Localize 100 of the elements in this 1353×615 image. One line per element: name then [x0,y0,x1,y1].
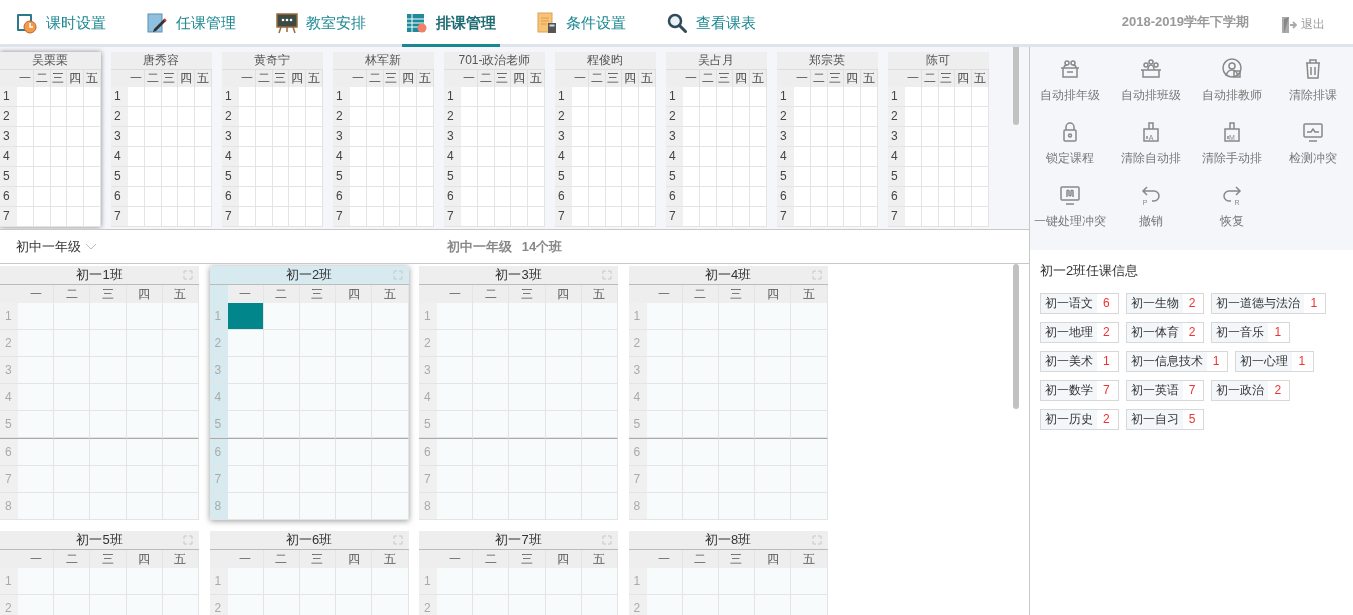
tool-button[interactable]: 检测冲突 [1272,120,1353,183]
nav-tab[interactable]: 课时设置 [12,0,110,47]
teacher-schedule-card[interactable]: 黄奇宁 一 二 三 四 五 1 2 3 4 5 6 7 [222,52,323,227]
teacher-schedule-card[interactable]: 程俊昀 一 二 三 四 五 1 2 3 4 5 6 7 [555,52,656,227]
period-label: 5 [419,411,437,438]
expand-icon[interactable] [183,535,193,545]
monitor-wave-icon [1300,120,1325,144]
subject-name: 初一数学 [1041,381,1097,400]
nav-tab[interactable]: 条件设置 [532,0,630,47]
teacher-schedule-card[interactable]: 唐秀容 一 二 三 四 五 1 2 3 4 5 6 7 [111,52,212,227]
period-label: 7 [0,466,18,493]
day-header: 二 [263,285,300,303]
class-schedule-card[interactable]: 初一2班 一 二 三 四 五 1 2 3 4 5 6 7 8 [209,266,409,520]
period-label: 6 [0,187,17,207]
day-header: 一 [461,70,478,87]
period-label: 4 [209,384,228,411]
period-label: 4 [888,147,905,167]
period-label: 1 [0,568,18,595]
expand-icon[interactable] [811,270,822,280]
tool-button[interactable]: 清除排课 [1272,57,1353,120]
day-header: 一 [17,70,34,87]
tool-button[interactable]: 自动排班级 [1110,57,1192,120]
period-label: 7 [0,207,17,227]
nav-tab[interactable]: 任课管理 [142,0,240,47]
teacher-schedule-card[interactable]: 吴栗栗 一 二 三 四 五 1 2 3 4 5 6 7 [0,52,101,227]
teacher-schedule-card[interactable]: 701-政治老师 一 二 三 四 五 1 2 3 4 5 6 7 [444,52,545,227]
teacher-schedule-card[interactable]: 郑宗英 一 二 三 四 五 1 2 3 4 5 6 7 [777,52,878,227]
period-label: 1 [777,87,794,107]
document-calculator-icon [536,12,558,34]
teacher-name: 701-政治老师 [444,52,545,70]
class-schedule-card[interactable]: 初一7班 一 二 三 四 五 1 2 [419,531,618,615]
day-header: 二 [682,550,719,568]
day-header: 一 [646,285,683,303]
tool-button[interactable]: 自动排教师 [1191,57,1273,120]
subject-name: 初一信息技术 [1126,352,1207,371]
teacher-schedule-card[interactable]: 吴占月 一 二 三 四 五 1 2 3 4 5 6 7 [666,52,767,227]
nav-tab[interactable]: 查看课表 [662,0,760,47]
class-schedule-card[interactable]: 初一1班 一 二 三 四 五 1 2 3 4 5 6 7 8 [0,266,199,520]
class-schedule-card[interactable]: 初一3班 一 二 三 四 五 1 2 3 4 5 6 7 8 [419,266,618,520]
period-label: 2 [0,107,17,127]
period-label: 8 [628,493,647,520]
class-schedule-card[interactable]: 初一8班 一 二 三 四 五 1 2 [628,531,828,615]
period-label: 4 [628,384,647,411]
period-label: 5 [777,167,794,187]
grade-dropdown[interactable]: 初中一年级 [14,235,99,258]
period-label: 2 [419,330,437,357]
day-header: 五 [417,70,434,87]
day-header: 五 [372,550,409,568]
day-header: 五 [84,70,101,87]
expand-icon[interactable] [602,535,612,545]
class-name: 初一7班 [494,531,543,549]
period-label: 2 [0,595,18,615]
tool-button[interactable]: 自动排年级 [1030,57,1111,120]
teacher-schedule-card[interactable]: 林军新 一 二 三 四 五 1 2 3 4 5 6 7 [333,52,434,227]
period-label: 7 [333,207,350,227]
tool-button[interactable]: 一键处理冲突 [1030,183,1111,246]
day-header: 三 [718,285,756,303]
teacher-name: 黄奇宁 [222,52,323,70]
period-label: 5 [628,411,647,438]
expand-icon[interactable] [811,535,822,545]
class-schedule-card[interactable]: 初一5班 一 二 三 四 五 1 2 [0,531,199,615]
period-label: 2 [444,107,461,127]
class-schedule-card[interactable]: 初一4班 一 二 三 四 五 1 2 3 4 5 6 7 8 [628,266,828,520]
subject-name: 初一英语 [1126,381,1183,400]
day-header: 一 [350,70,367,87]
day-header: 四 [545,550,582,568]
expand-icon[interactable] [602,270,612,280]
period-label: 1 [444,87,461,107]
day-header: 三 [718,550,756,568]
period-label: 3 [444,127,461,147]
class-name: 初一6班 [284,531,334,549]
podium-group-icon [1139,57,1164,81]
period-label: 3 [222,127,239,147]
day-header: 一 [572,70,589,87]
teacher-schedule-card[interactable]: 陈可 一 二 三 四 五 1 2 3 4 5 6 7 [888,52,989,227]
period-label: 5 [0,167,17,187]
period-label: 5 [222,167,239,187]
period-label: 7 [666,207,683,227]
expand-icon[interactable] [183,270,193,280]
subject-name: 初一美术 [1041,352,1097,371]
class-name: 初一5班 [75,531,124,549]
period-label: 1 [628,303,647,330]
teacher-name: 陈可 [888,52,989,70]
period-label: 6 [888,187,905,207]
period-label: 4 [666,147,683,167]
day-header: 四 [67,70,85,87]
day-header: 一 [646,550,683,568]
day-header: 五 [581,550,618,568]
grade-title: 初中一年级 [446,237,512,256]
expand-icon[interactable] [392,270,403,280]
period-label: 7 [777,207,794,227]
blackboard-icon [276,12,298,34]
nav-tab[interactable]: 教室安排 [272,0,370,47]
tool-button[interactable]: 锁定课程 [1030,120,1111,183]
period-label: 1 [888,87,905,107]
period-label: 7 [222,207,239,227]
day-header: 一 [683,70,700,87]
expand-icon[interactable] [392,535,403,545]
class-schedule-card[interactable]: 初一6班 一 二 三 四 五 1 2 [209,531,409,615]
day-header: 一 [239,70,256,87]
